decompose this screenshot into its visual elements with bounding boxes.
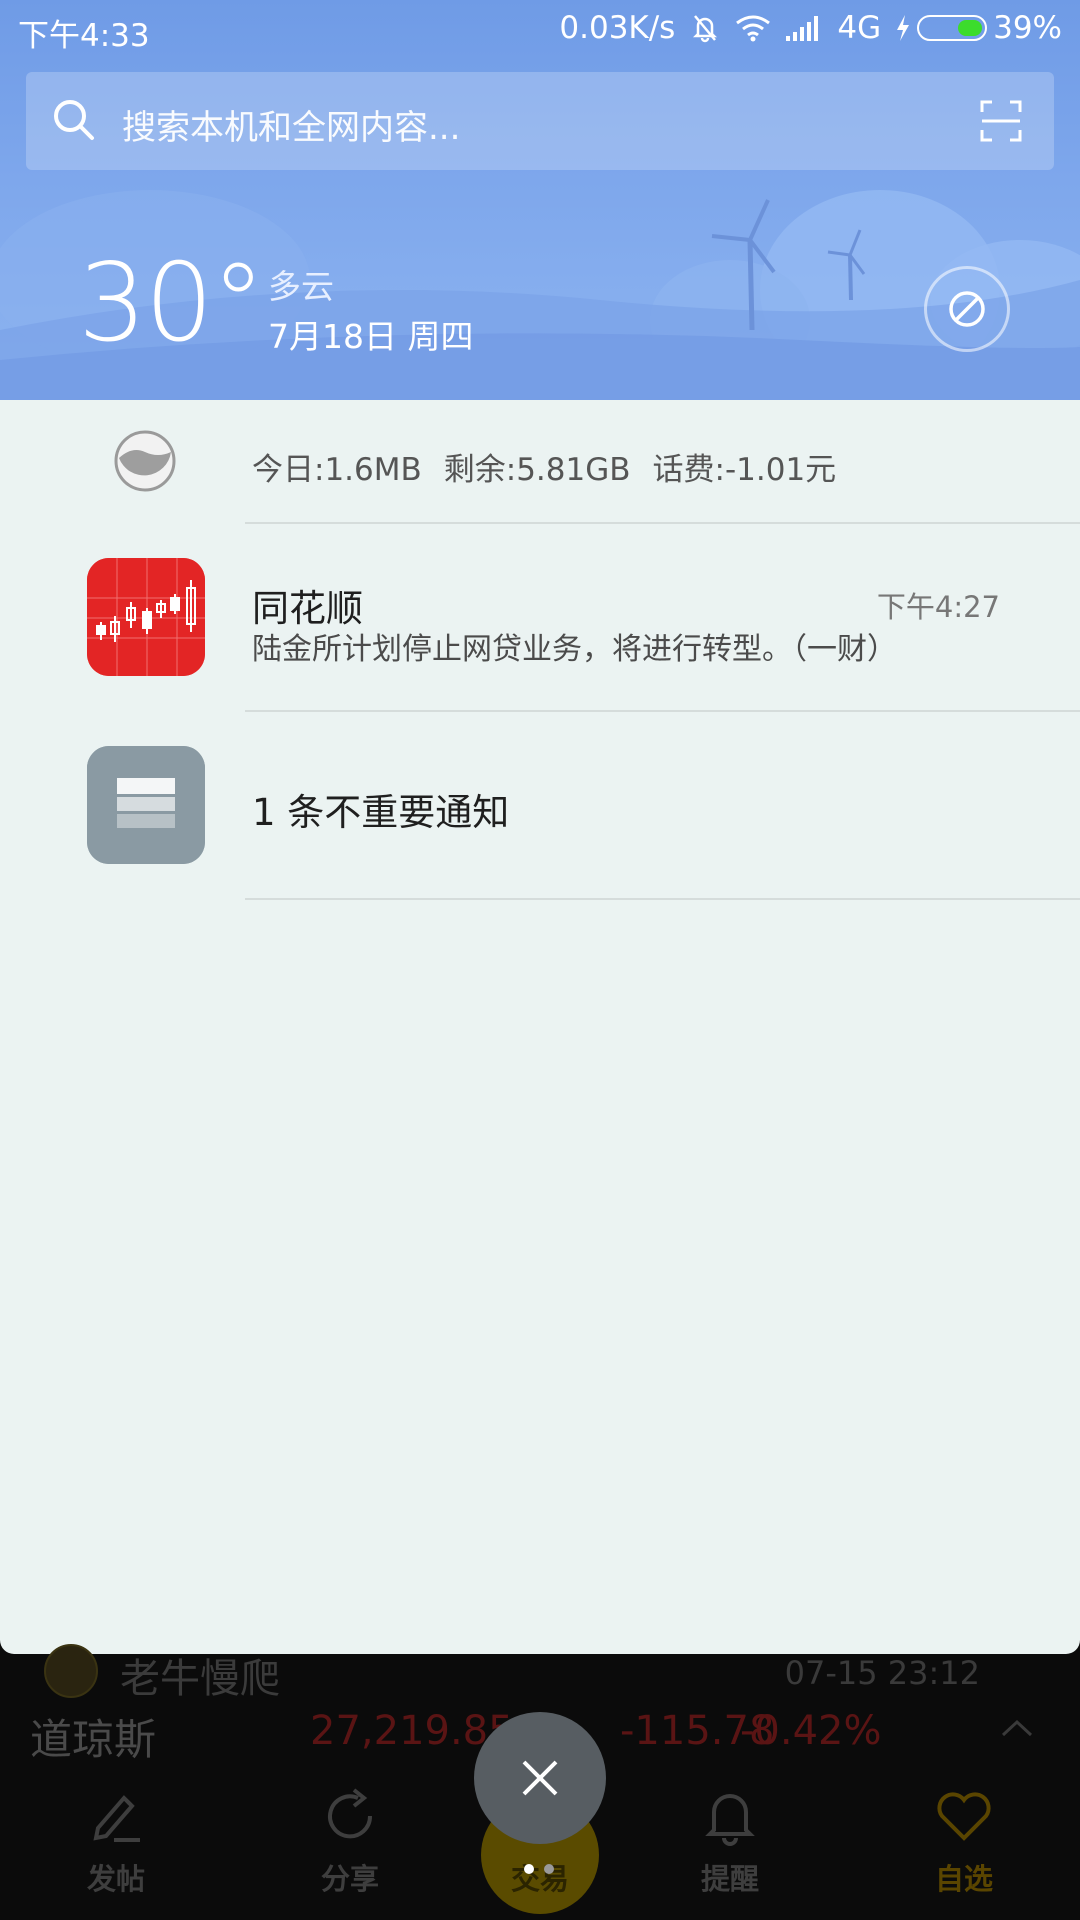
edit-icon <box>93 1795 140 1842</box>
mute-bell-icon <box>689 12 721 44</box>
battery-icon <box>917 15 988 41</box>
notification-shade-header: 下午4:33 0.03K/s 4G 39% 搜索本机和全网内容... 30° 多… <box>0 0 1080 400</box>
unimportant-notifications-label: 1 条不重要通知 <box>252 791 510 834</box>
status-indicators: 0.03K/s 4G 39% <box>559 10 1062 46</box>
search-icon <box>50 96 98 148</box>
notification-panel: 今日:1.6MB 剩余:5.81GB 话费:-1.01元 同花顺 下午4:27 … <box>0 400 1080 1654</box>
divider <box>245 522 1080 524</box>
scan-icon[interactable] <box>980 100 1022 146</box>
tab-post[interactable]: 发帖 <box>46 1784 186 1898</box>
status-bar: 下午4:33 0.03K/s 4G 39% <box>0 0 1080 62</box>
data-remaining: 剩余:5.81GB <box>443 452 631 488</box>
data-today: 今日:1.6MB <box>252 452 422 488</box>
stack-icon <box>87 746 205 864</box>
network-type: 4G <box>837 10 882 46</box>
bell-icon <box>705 1794 755 1846</box>
phone-balance: 话费:-1.01元 <box>652 452 837 488</box>
close-notification-shade-button[interactable] <box>474 1712 606 1844</box>
tab-share[interactable]: 分享 <box>280 1784 420 1898</box>
charging-icon <box>897 15 910 41</box>
data-usage-ball-icon <box>114 430 176 492</box>
index-percent: -0.42% <box>740 1708 882 1754</box>
chevron-up-icon <box>1001 1719 1033 1737</box>
search-bar[interactable]: 搜索本机和全网内容... <box>26 72 1054 170</box>
author-avatar <box>44 1644 98 1698</box>
tab-label: 分享 <box>320 1862 379 1896</box>
weather-date: 7月18日 周四 <box>268 317 474 356</box>
notification-time: 下午4:27 <box>876 590 1000 624</box>
block-notifications-button[interactable] <box>924 266 1010 352</box>
temperature: 30° <box>78 241 265 366</box>
notification-message: 陆金所计划停止网贷业务，将进行转型。（一财） <box>252 632 897 667</box>
tab-label: 自选 <box>934 1862 993 1896</box>
signal-icon <box>785 14 823 42</box>
data-usage-row[interactable]: 今日:1.6MB 剩余:5.81GB 话费:-1.01元 <box>0 400 1080 522</box>
tab-label: 提醒 <box>700 1862 759 1896</box>
trade-icon-label: 交易 <box>510 1862 569 1896</box>
divider <box>245 898 1080 900</box>
block-icon <box>949 291 985 327</box>
index-name: 道琼斯 <box>30 1715 157 1764</box>
tab-watchlist[interactable]: 自选 <box>894 1784 1034 1898</box>
tab-label: 发帖 <box>86 1862 145 1896</box>
wifi-icon <box>735 14 771 42</box>
battery-indicator: 39% <box>895 10 1062 46</box>
divider <box>245 710 1080 712</box>
page-dot <box>544 1864 554 1874</box>
weather-condition: 多云 <box>268 267 334 306</box>
page-dot-active <box>524 1864 534 1874</box>
tab-reminder[interactable]: 提醒 <box>660 1784 800 1898</box>
status-time: 下午4:33 <box>18 18 150 54</box>
share-icon <box>328 1788 373 1839</box>
search-placeholder: 搜索本机和全网内容... <box>122 108 461 148</box>
network-speed: 0.03K/s <box>559 10 676 46</box>
page-indicator <box>524 1864 554 1874</box>
post-time: 07-15 23:12 <box>784 1654 980 1692</box>
heart-icon <box>937 1792 991 1841</box>
data-usage-text: 今日:1.6MB 剩余:5.81GB 话费:-1.01元 <box>252 444 858 489</box>
battery-percent: 39% <box>993 10 1062 46</box>
close-icon <box>522 1760 558 1796</box>
candlestick-chart-icon <box>87 558 205 676</box>
author-name: 老牛慢爬 <box>120 1656 280 1702</box>
